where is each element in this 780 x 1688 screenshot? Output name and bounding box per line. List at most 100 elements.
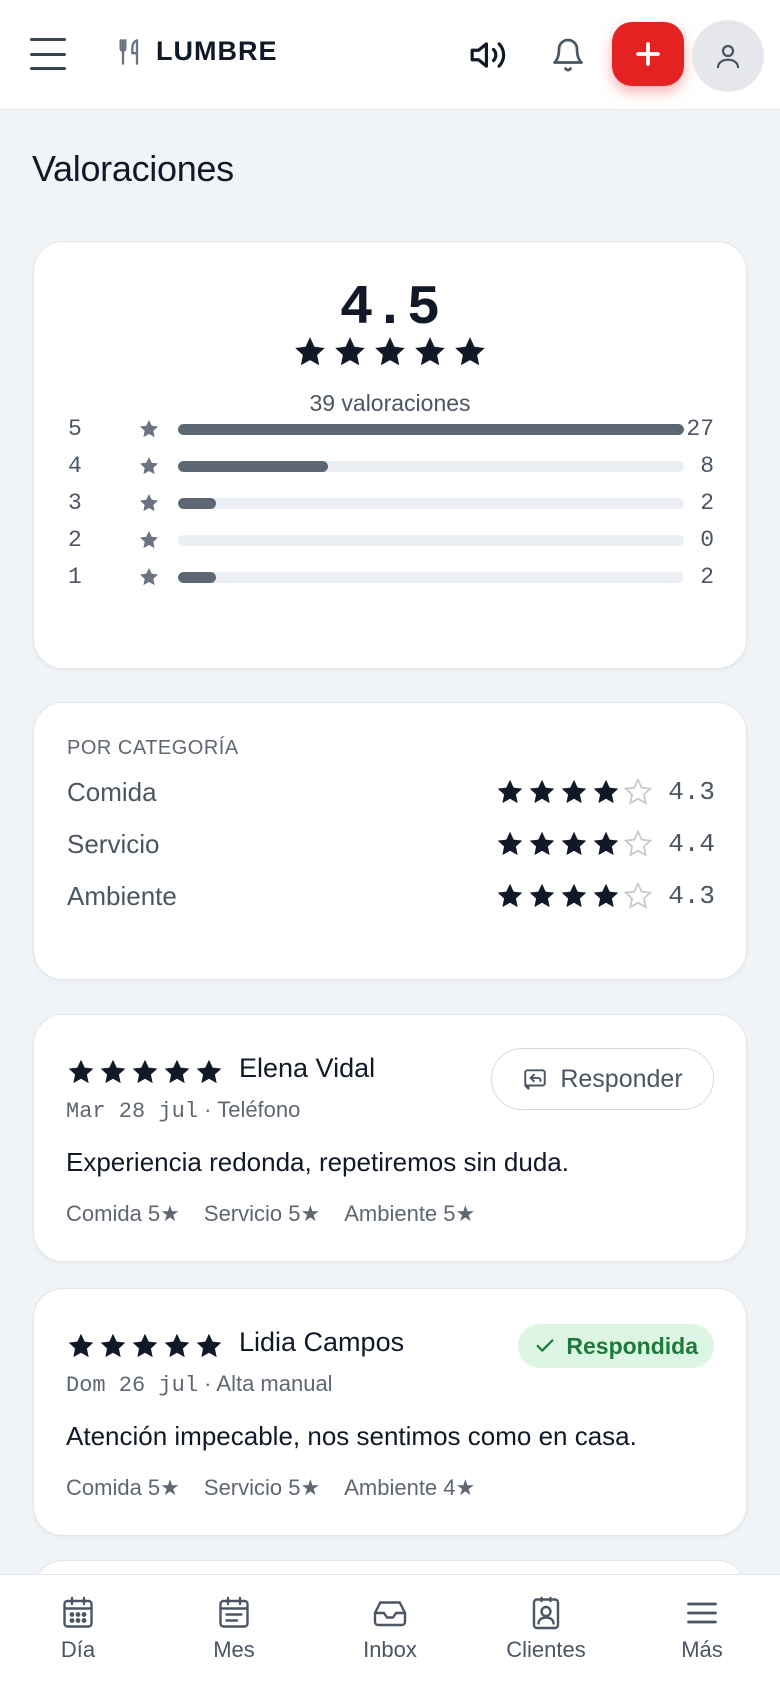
category-score: 4.4: [668, 829, 715, 859]
rating-distribution-row: 20: [68, 525, 714, 555]
star-filled-icon: [529, 831, 555, 856]
nav-item-clients[interactable]: Clientes: [468, 1575, 624, 1688]
total-ratings: 39 valoraciones: [309, 390, 471, 416]
review-card[interactable]: Lidia Campos Dom 26 jul · Alta manual At…: [33, 1288, 747, 1536]
speaker-icon: [470, 42, 506, 68]
star-level-icon: [138, 418, 160, 445]
star-filled-icon: [561, 831, 587, 856]
review-cat-food: Comida 5★: [66, 1201, 180, 1226]
brand[interactable]: LUMBRE: [116, 36, 278, 67]
star-filled-icon: [593, 883, 619, 908]
category-score: 4.3: [668, 881, 715, 911]
reviewer-name: Elena Vidal: [239, 1053, 376, 1083]
review-stars: [66, 1057, 224, 1087]
review-meta: Dom 26 jul · Alta manual: [66, 1371, 333, 1398]
avatar[interactable]: [692, 20, 764, 92]
plus-icon: [636, 42, 660, 66]
reply-icon: [524, 1069, 547, 1090]
nav-item-inbox[interactable]: Inbox: [312, 1575, 468, 1688]
distribution-bar-fill: [178, 572, 216, 583]
star-filled-icon: [561, 883, 587, 908]
star-level-icon: [138, 529, 160, 556]
check-icon: [536, 1339, 554, 1352]
calendar-month-icon: [219, 1596, 249, 1628]
user-icon: [716, 44, 740, 69]
star-filled-icon: [100, 1059, 126, 1084]
review-cat-service: Servicio 5★: [203, 1201, 321, 1226]
nav-label: Día: [60, 1637, 96, 1662]
star-filled-icon: [375, 337, 405, 366]
review-cat-ambience: Ambiente 4★: [344, 1475, 476, 1500]
star-icon: [139, 494, 159, 512]
bottom-nav: Día Mes Inbox Clientes Más: [0, 1574, 780, 1688]
responded-label: Respondida: [566, 1332, 698, 1359]
distribution-bar-fill: [178, 461, 328, 472]
star-filled-icon: [68, 1333, 94, 1358]
star-filled-icon: [100, 1333, 126, 1358]
respond-button[interactable]: Responder: [491, 1048, 714, 1110]
add-button[interactable]: [612, 22, 684, 86]
rating-distribution-row: 32: [68, 488, 714, 518]
category-name: Ambiente: [67, 881, 177, 911]
star-filled-icon: [455, 337, 485, 366]
more-menu-icon: [687, 1602, 717, 1624]
review-cat-ambience: Ambiente 5★: [344, 1201, 476, 1226]
star-level-count: 27: [686, 416, 714, 442]
star-level-count: 0: [700, 527, 714, 553]
nav-label: Más: [681, 1637, 723, 1662]
nav-label: Inbox: [363, 1637, 417, 1662]
review-date: Mar 28 jul: [66, 1099, 199, 1124]
respond-label: Responder: [560, 1064, 683, 1093]
star-level: 3: [68, 490, 82, 516]
star-level-count: 8: [700, 453, 714, 479]
star-filled-icon: [529, 883, 555, 908]
star-level-icon: [138, 455, 160, 482]
star-filled-icon: [497, 831, 523, 856]
star-filled-icon: [196, 1059, 222, 1084]
reviewer-name: Lidia Campos: [239, 1327, 405, 1357]
rating-summary-card: 4.5 39 valoraciones 5 27 4 8 3 2 2 0 1 2: [33, 241, 747, 669]
average-stars: [34, 334, 746, 370]
star-filled-icon: [497, 779, 523, 804]
review-category-scores: Comida 5★ Servicio 5★ Ambiente 5★: [66, 1201, 475, 1227]
page-title: Valoraciones: [32, 148, 234, 189]
nav-item-month[interactable]: Mes: [156, 1575, 312, 1688]
nav-item-more[interactable]: Más: [624, 1575, 780, 1688]
category-name: Servicio: [67, 829, 160, 859]
distribution-bar-fill: [178, 498, 216, 509]
star-filled-icon: [164, 1059, 190, 1084]
notifications-button[interactable]: [538, 25, 598, 85]
nav-item-day[interactable]: Día: [0, 1575, 156, 1688]
review-stars: [66, 1331, 224, 1361]
distribution-bar-track: [178, 572, 684, 583]
review-text: Experiencia redonda, repetiremos sin dud…: [66, 1147, 569, 1177]
meta-separator: ·: [204, 1097, 212, 1122]
star-level-icon: [138, 566, 160, 593]
rating-distribution-row: 12: [68, 562, 714, 592]
app-header: LUMBRE: [0, 0, 780, 110]
category-score: 4.3: [668, 777, 715, 807]
category-row-ambiente: Ambiente 4.3: [67, 877, 715, 917]
distribution-bar-track: [178, 535, 684, 546]
star-filled-icon: [68, 1059, 94, 1084]
review-card[interactable]: Elena Vidal Mar 28 jul · Teléfono Experi…: [33, 1014, 747, 1262]
category-stars: [495, 881, 653, 911]
star-filled-icon: [593, 831, 619, 856]
star-filled-icon: [132, 1333, 158, 1358]
calendar-day-icon: [63, 1596, 93, 1628]
star-filled-icon: [196, 1333, 222, 1358]
distribution-bar-track: [178, 424, 684, 435]
review-category-scores: Comida 5★ Servicio 5★ Ambiente 4★: [66, 1475, 475, 1501]
contacts-icon: [532, 1596, 560, 1630]
star-icon: [139, 457, 159, 475]
star-icon: [139, 420, 159, 438]
star-level-count: 2: [700, 564, 714, 590]
star-level-icon: [138, 492, 160, 519]
sound-button[interactable]: [458, 25, 518, 85]
distribution-bar-track: [178, 461, 684, 472]
star-empty-icon: [623, 881, 653, 909]
utensils-icon: [119, 38, 139, 65]
menu-icon[interactable]: [30, 38, 66, 70]
responded-badge: Respondida: [518, 1324, 714, 1368]
review-cat-service: Servicio 5★: [203, 1475, 321, 1500]
